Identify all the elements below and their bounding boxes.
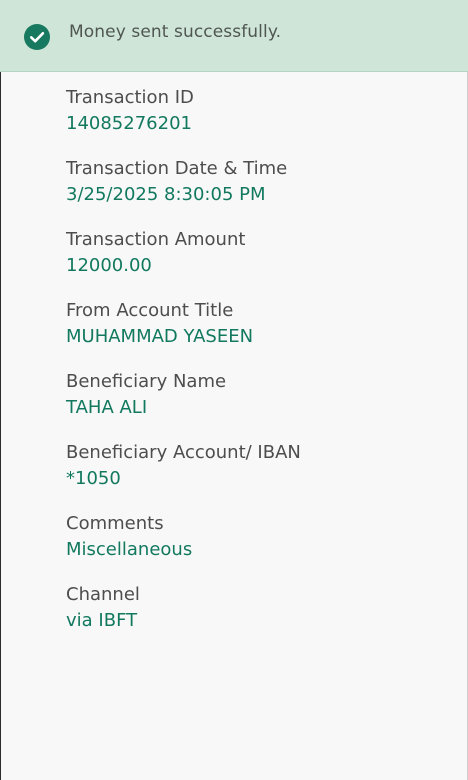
channel-field: Channel via IBFT <box>66 583 446 654</box>
from-account-title-field: From Account Title MUHAMMAD YASEEN <box>66 299 446 370</box>
check-circle-icon <box>24 24 50 50</box>
beneficiary-name-label: Beneficiary Name <box>66 371 227 392</box>
comments-field: Comments Miscellaneous <box>66 512 446 583</box>
transaction-id-field: Transaction ID 14085276201 <box>66 86 446 157</box>
beneficiary-account-field: Beneficiary Account/ IBAN *1050 <box>66 441 446 512</box>
beneficiary-account-label: Beneficiary Account/ IBAN <box>66 442 301 463</box>
success-banner: Money sent successfully. <box>0 0 468 72</box>
transaction-id-value: 14085276201 <box>66 113 192 134</box>
channel-label: Channel <box>66 584 140 605</box>
success-message: Money sent successfully. <box>69 22 282 42</box>
transaction-date-time-field: Transaction Date & Time 3/25/2025 8:30:0… <box>66 157 446 228</box>
comments-value: Miscellaneous <box>66 539 193 560</box>
transaction-date-time-value: 3/25/2025 8:30:05 PM <box>66 184 266 205</box>
transaction-date-time-label: Transaction Date & Time <box>66 158 288 179</box>
from-account-title-value: MUHAMMAD YASEEN <box>66 326 254 347</box>
transaction-amount-value: 12000.00 <box>66 255 152 276</box>
from-account-title-label: From Account Title <box>66 300 234 321</box>
transaction-details: Transaction ID 14085276201 Transaction D… <box>66 86 446 654</box>
transaction-amount-field: Transaction Amount 12000.00 <box>66 228 446 299</box>
transaction-amount-label: Transaction Amount <box>66 229 246 250</box>
transaction-id-label: Transaction ID <box>66 87 194 108</box>
beneficiary-name-value: TAHA ALI <box>66 397 148 418</box>
comments-label: Comments <box>66 513 164 534</box>
channel-value: via IBFT <box>66 610 138 631</box>
beneficiary-account-value: *1050 <box>66 468 121 489</box>
beneficiary-name-field: Beneficiary Name TAHA ALI <box>66 370 446 441</box>
